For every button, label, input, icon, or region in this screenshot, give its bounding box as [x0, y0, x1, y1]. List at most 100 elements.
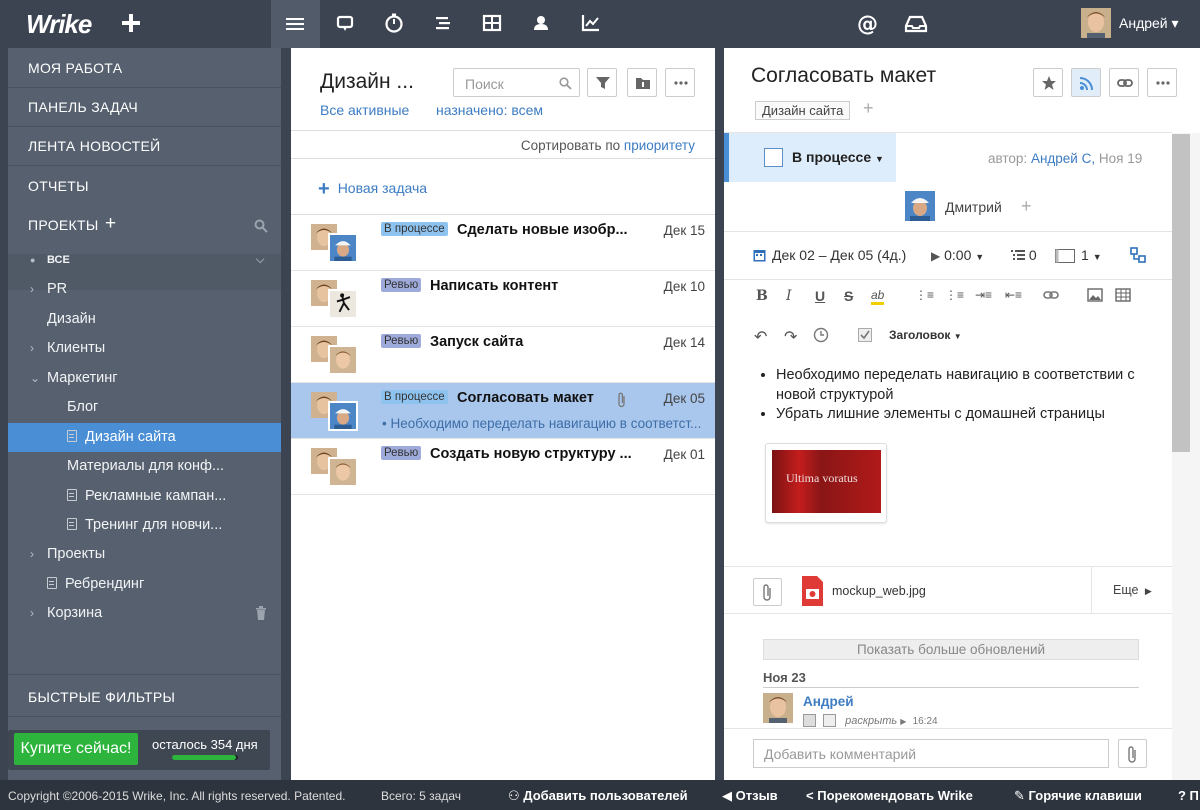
trash-icon[interactable] — [255, 606, 267, 620]
feedback-link[interactable]: ◀ Отзыв — [722, 788, 778, 804]
folder-info-button[interactable] — [627, 68, 657, 97]
task-name[interactable]: Согласовать макет — [457, 390, 594, 406]
task-row[interactable]: Ревью Написать контент Дек 10 — [291, 271, 715, 327]
image-icon[interactable] — [1087, 288, 1103, 302]
chevron-right-icon[interactable]: › — [30, 599, 34, 628]
search-input[interactable]: Поиск — [453, 68, 580, 97]
task-name[interactable]: Сделать новые изобр... — [457, 222, 628, 238]
menu-button[interactable] — [271, 0, 320, 48]
inbox-icon[interactable] — [904, 12, 928, 36]
more-attachments-button[interactable]: Еще ▶ — [1113, 583, 1152, 597]
user-name[interactable]: Андрей ▾ — [1119, 15, 1179, 32]
folder-title[interactable]: Дизайн ... — [320, 70, 414, 94]
task-name[interactable]: Написать контент — [430, 278, 558, 294]
chevron-down-icon[interactable]: ⌄ — [30, 364, 40, 393]
recommend-link[interactable]: < Порекомендовать Wrike — [806, 788, 973, 803]
sort-control[interactable]: Сортировать по приоритету — [521, 138, 695, 153]
filter-assigned-link[interactable]: назначено: всем — [436, 102, 543, 118]
highlight-button[interactable]: ab — [871, 288, 885, 305]
follow-button[interactable] — [1071, 68, 1101, 97]
sort-value[interactable]: приоритету — [624, 138, 695, 153]
timer-icon[interactable] — [383, 12, 407, 36]
user-avatar[interactable] — [1081, 8, 1111, 38]
date-range[interactable]: Дек 02 – Дек 05 (4д.) — [753, 247, 906, 263]
task-description[interactable]: Необходимо переделать навигацию в соотве… — [762, 366, 1152, 425]
chevron-right-icon[interactable]: › — [30, 540, 34, 569]
italic-button[interactable]: I — [786, 288, 792, 304]
chevron-right-icon[interactable]: › — [30, 275, 34, 304]
filter-active-link[interactable]: Все активные — [320, 102, 409, 118]
attachment-filename[interactable]: mockup_web.jpg — [832, 584, 926, 598]
play-icon[interactable]: ▶ — [931, 249, 940, 263]
subtasks-count[interactable]: 0 — [1011, 247, 1037, 263]
comment-attach-button[interactable] — [1118, 739, 1147, 768]
task-row-selected[interactable]: В процессе Согласовать макет Дек 05 • Не… — [291, 383, 715, 439]
table-icon[interactable] — [1115, 288, 1131, 302]
buy-now-button[interactable]: Купите сейчас! — [14, 733, 138, 765]
tree-item-ad-campaigns[interactable]: Рекламные кампан... — [8, 482, 281, 511]
link-button[interactable] — [1109, 68, 1139, 97]
scrollbar-thumb[interactable] — [1172, 134, 1190, 452]
task-name[interactable]: Запуск сайта — [430, 334, 523, 350]
more-button[interactable] — [665, 68, 695, 97]
assignee-name[interactable]: Дмитрий — [945, 199, 1002, 215]
task-row[interactable]: Ревью Создать новую структуру ... Дек 01 — [291, 439, 715, 495]
add-assignee-icon[interactable]: + — [1021, 196, 1032, 217]
comment-author[interactable]: Андрей — [803, 694, 854, 709]
tree-item-projects[interactable]: › Проекты — [8, 540, 281, 569]
tree-item-marketing[interactable]: ⌄ Маркетинг — [8, 364, 281, 393]
stream-icon[interactable] — [334, 12, 358, 36]
indent-icon[interactable]: ⇥≡ — [975, 288, 992, 302]
nav-my-work[interactable]: МОЯ РАБОТА — [28, 60, 122, 76]
underline-button[interactable]: U — [815, 288, 825, 304]
task-row[interactable]: Ревью Запуск сайта Дек 14 — [291, 327, 715, 383]
tree-item-design[interactable]: Дизайн — [8, 305, 281, 334]
nav-projects[interactable]: ПРОЕКТЫ — [28, 217, 99, 233]
tree-item-trash[interactable]: › Корзина — [8, 599, 281, 628]
expand-link[interactable]: раскрыть — [845, 715, 897, 727]
undo-icon[interactable]: ↶ — [754, 327, 767, 347]
comment-input[interactable]: Добавить комментарий — [753, 739, 1109, 768]
new-task-button[interactable]: + Новая задача — [318, 178, 427, 201]
task-row[interactable]: В процессе Сделать новые изобр... Дек 15 — [291, 215, 715, 271]
bullet-list-icon[interactable]: ⋮≡ — [945, 288, 964, 302]
tree-item-clients[interactable]: › Клиенты — [8, 334, 281, 363]
task-title[interactable]: Согласовать макет — [751, 64, 936, 88]
tree-item-conf-materials[interactable]: Материалы для конф... — [8, 452, 281, 481]
time-tracker[interactable]: ▶ 0:00 ▼ — [931, 247, 984, 263]
embedded-image[interactable]: Ultima voratus — [765, 443, 887, 523]
strikethrough-button[interactable]: S — [844, 288, 853, 304]
link-icon[interactable] — [1043, 288, 1059, 302]
tree-item-blog[interactable]: Блог — [8, 393, 281, 422]
chevron-down-icon[interactable]: ⌵ — [256, 246, 264, 275]
status-checkbox[interactable] — [764, 148, 783, 167]
chart-icon[interactable] — [580, 12, 604, 36]
tree-item-rebranding[interactable]: Ребрендинг — [8, 570, 281, 599]
tree-item-pr[interactable]: › PR — [8, 275, 281, 304]
add-project-icon[interactable]: + — [105, 213, 116, 235]
table-icon[interactable] — [481, 12, 505, 36]
timeline-icon[interactable] — [433, 12, 457, 36]
help-link[interactable]: ? П — [1178, 788, 1199, 803]
filter-button[interactable] — [587, 68, 617, 97]
outdent-icon[interactable]: ⇤≡ — [1005, 288, 1022, 302]
heading-style-dropdown[interactable]: Заголовок ▼ — [889, 328, 962, 342]
tree-item-training[interactable]: Тренинг для новчи... — [8, 511, 281, 540]
tree-item-all[interactable]: ● ВСЕ ⌵ — [8, 246, 281, 275]
tree-item-site-design[interactable]: Дизайн сайта — [8, 423, 281, 452]
bold-button[interactable]: B — [756, 288, 768, 304]
numbered-list-icon[interactable]: ⋮≡ — [915, 288, 934, 302]
nav-reports[interactable]: ОТЧЕТЫ — [28, 178, 89, 194]
nav-dashboard[interactable]: ПАНЕЛЬ ЗАДАЧ — [28, 99, 138, 115]
add-tag-icon[interactable]: + — [863, 98, 874, 119]
author-link[interactable]: Андрей С, — [1031, 151, 1095, 166]
redo-icon[interactable]: ↷ — [784, 327, 797, 347]
hotkeys-link[interactable]: ✎ Горячие клавиши — [1014, 788, 1142, 804]
importance-control[interactable]: 1 ▼ — [1055, 247, 1102, 263]
mention-icon[interactable]: @ — [856, 12, 880, 36]
wrike-logo[interactable]: Wrike — [26, 9, 92, 40]
nav-news[interactable]: ЛЕНТА НОВОСТЕЙ — [28, 138, 161, 154]
chevron-right-icon[interactable]: › — [30, 334, 34, 363]
search-icon[interactable] — [254, 219, 268, 233]
attach-button[interactable] — [753, 578, 782, 606]
